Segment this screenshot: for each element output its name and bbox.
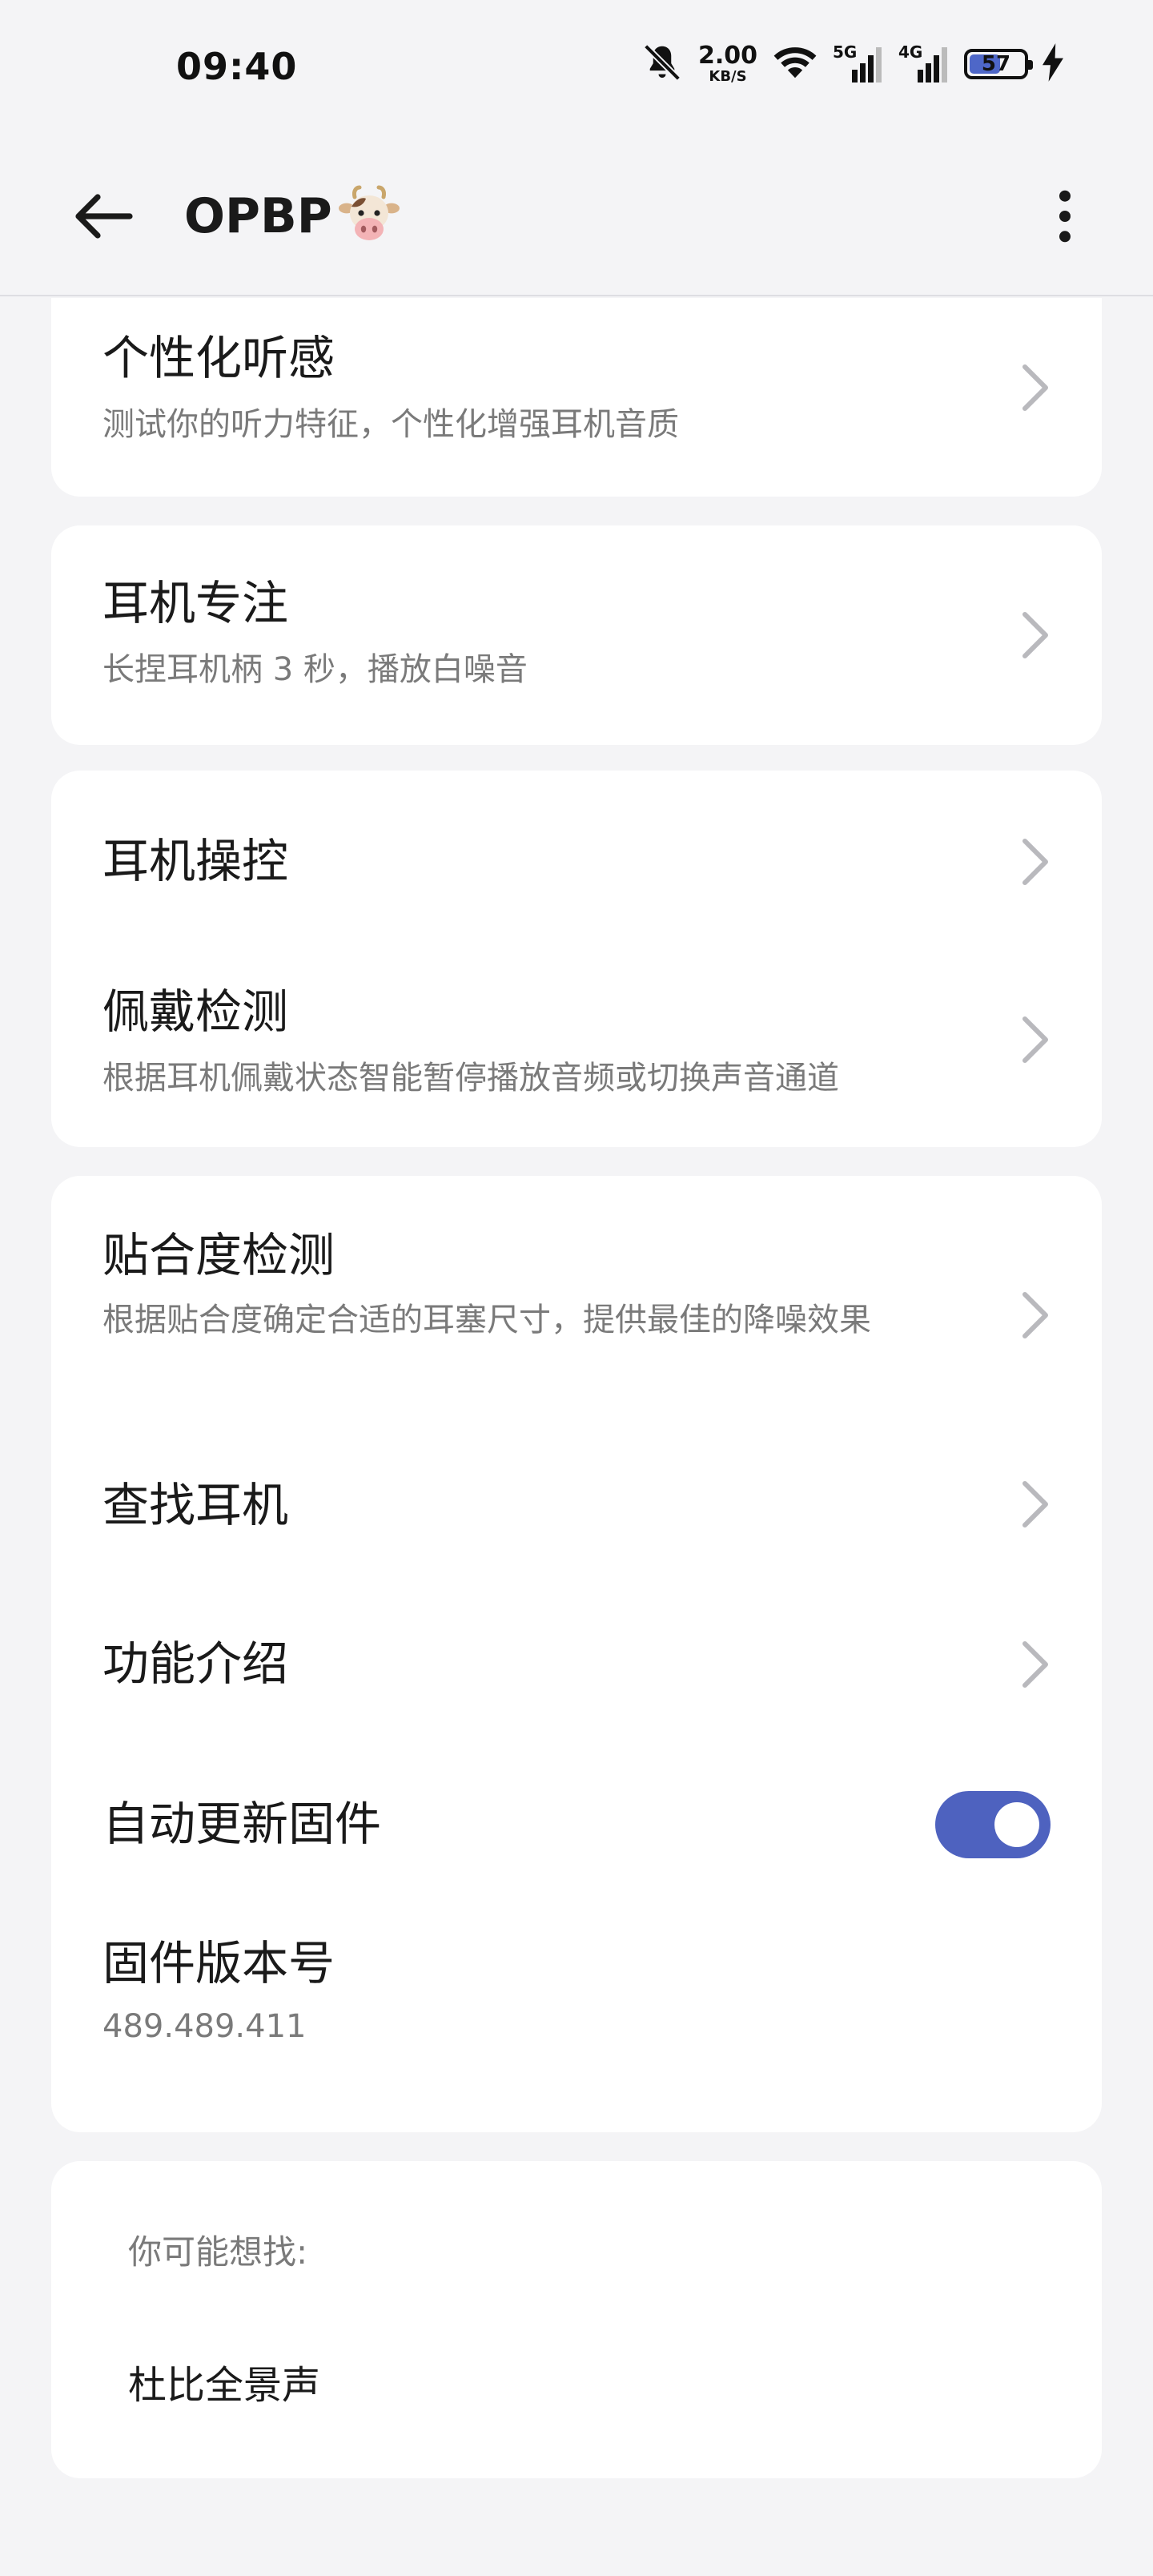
settings-card-personalized: 个性化听感 测试你的听力特征，个性化增强耳机音质 (51, 298, 1102, 497)
chevron-right-icon (1022, 1481, 1048, 1527)
status-time: 09:40 (176, 45, 298, 88)
personalized-sound-subtitle: 测试你的听力特征，个性化增强耳机音质 (102, 406, 679, 443)
status-bar: 09:40 2.00 KB/S 5G 4G 57 (0, 0, 1153, 136)
charging-bolt-icon (1043, 43, 1063, 85)
cow-face-icon (338, 185, 400, 240)
chevron-right-icon (1022, 1292, 1048, 1338)
features-title: 功能介绍 (102, 1636, 289, 1691)
signal-5g-icon: 5G (833, 42, 884, 84)
wear-detection-row[interactable]: 佩戴检测 根据耳机佩戴状态智能暂停播放音频或切换声音通道 (51, 947, 1102, 1147)
controls-title: 耳机操控 (102, 834, 289, 888)
app-bar: OPBP (0, 136, 1153, 296)
settings-card-general: 贴合度检测 根据贴合度确定合适的耳塞尺寸，提供最佳的降噪效果 查找耳机 功能介绍… (51, 1176, 1102, 2132)
toggle-knob (994, 1802, 1039, 1847)
wifi-icon (772, 43, 818, 85)
firmware-version-title: 固件版本号 (102, 1936, 335, 1990)
find-earbuds-row[interactable]: 查找耳机 (51, 1424, 1102, 1584)
chevron-right-icon (1022, 1641, 1048, 1688)
chevron-right-icon (1022, 839, 1048, 885)
personalized-sound-row[interactable]: 个性化听感 测试你的听力特征，个性化增强耳机音质 (51, 298, 1102, 497)
controls-row[interactable]: 耳机操控 (51, 771, 1102, 947)
suggestions-label: 你可能想找: (128, 2232, 308, 2272)
features-row[interactable]: 功能介绍 (51, 1584, 1102, 1745)
fit-test-subtitle: 根据贴合度确定合适的耳塞尺寸，提供最佳的降噪效果 (102, 1302, 871, 1338)
chevron-right-icon (1022, 364, 1048, 411)
signal-4g-icon: 4G (898, 42, 950, 84)
personalized-sound-title: 个性化听感 (102, 331, 335, 385)
back-arrow-icon (75, 194, 133, 239)
status-icons: 2.00 KB/S 5G 4G 57 (641, 40, 1063, 88)
more-options-button[interactable] (1025, 176, 1105, 256)
fit-test-row[interactable]: 贴合度检测 根据贴合度确定合适的耳塞尺寸，提供最佳的降噪效果 (51, 1176, 1102, 1424)
firmware-version-row: 固件版本号 489.489.411 (51, 1905, 1102, 2132)
more-vertical-icon (1059, 190, 1071, 243)
network-speed-value: 2.00 (697, 42, 757, 70)
auto-update-title: 自动更新固件 (102, 1797, 382, 1851)
focus-row[interactable]: 耳机专注 长捏耳机柄 3 秒，播放白噪音 (51, 525, 1102, 745)
network-speed: 2.00 KB/S (698, 44, 757, 84)
find-earbuds-title: 查找耳机 (102, 1478, 289, 1532)
auto-update-toggle[interactable] (935, 1791, 1051, 1858)
focus-subtitle: 长捏耳机柄 3 秒，播放白噪音 (102, 651, 528, 688)
fit-test-title: 贴合度检测 (102, 1228, 335, 1282)
auto-update-row: 自动更新固件 (51, 1745, 1102, 1905)
network-speed-unit: KB/S (709, 68, 747, 85)
back-button[interactable] (64, 176, 144, 256)
page-title-wrap: OPBP (184, 183, 401, 250)
settings-card-focus: 耳机专注 长捏耳机柄 3 秒，播放白噪音 (51, 525, 1102, 745)
battery-icon: 57 (964, 49, 1033, 79)
battery-level: 57 (981, 52, 1011, 76)
chevron-right-icon (1022, 1016, 1048, 1063)
suggestion-dolby-atmos[interactable]: 杜比全景声 (128, 2353, 320, 2409)
firmware-version-value: 489.489.411 (102, 2008, 307, 2045)
wear-detection-subtitle: 根据耳机佩戴状态智能暂停播放音频或切换声音通道 (102, 1060, 839, 1097)
wear-detection-title: 佩戴检测 (102, 984, 289, 1039)
mute-bell-icon (641, 41, 684, 87)
settings-card-controls: 耳机操控 佩戴检测 根据耳机佩戴状态智能暂停播放音频或切换声音通道 (51, 771, 1102, 1147)
page-title: OPBP (184, 188, 332, 244)
focus-title: 耳机专注 (102, 576, 289, 630)
chevron-right-icon (1022, 612, 1048, 658)
suggestions-card: 你可能想找: 杜比全景声 (51, 2161, 1102, 2478)
